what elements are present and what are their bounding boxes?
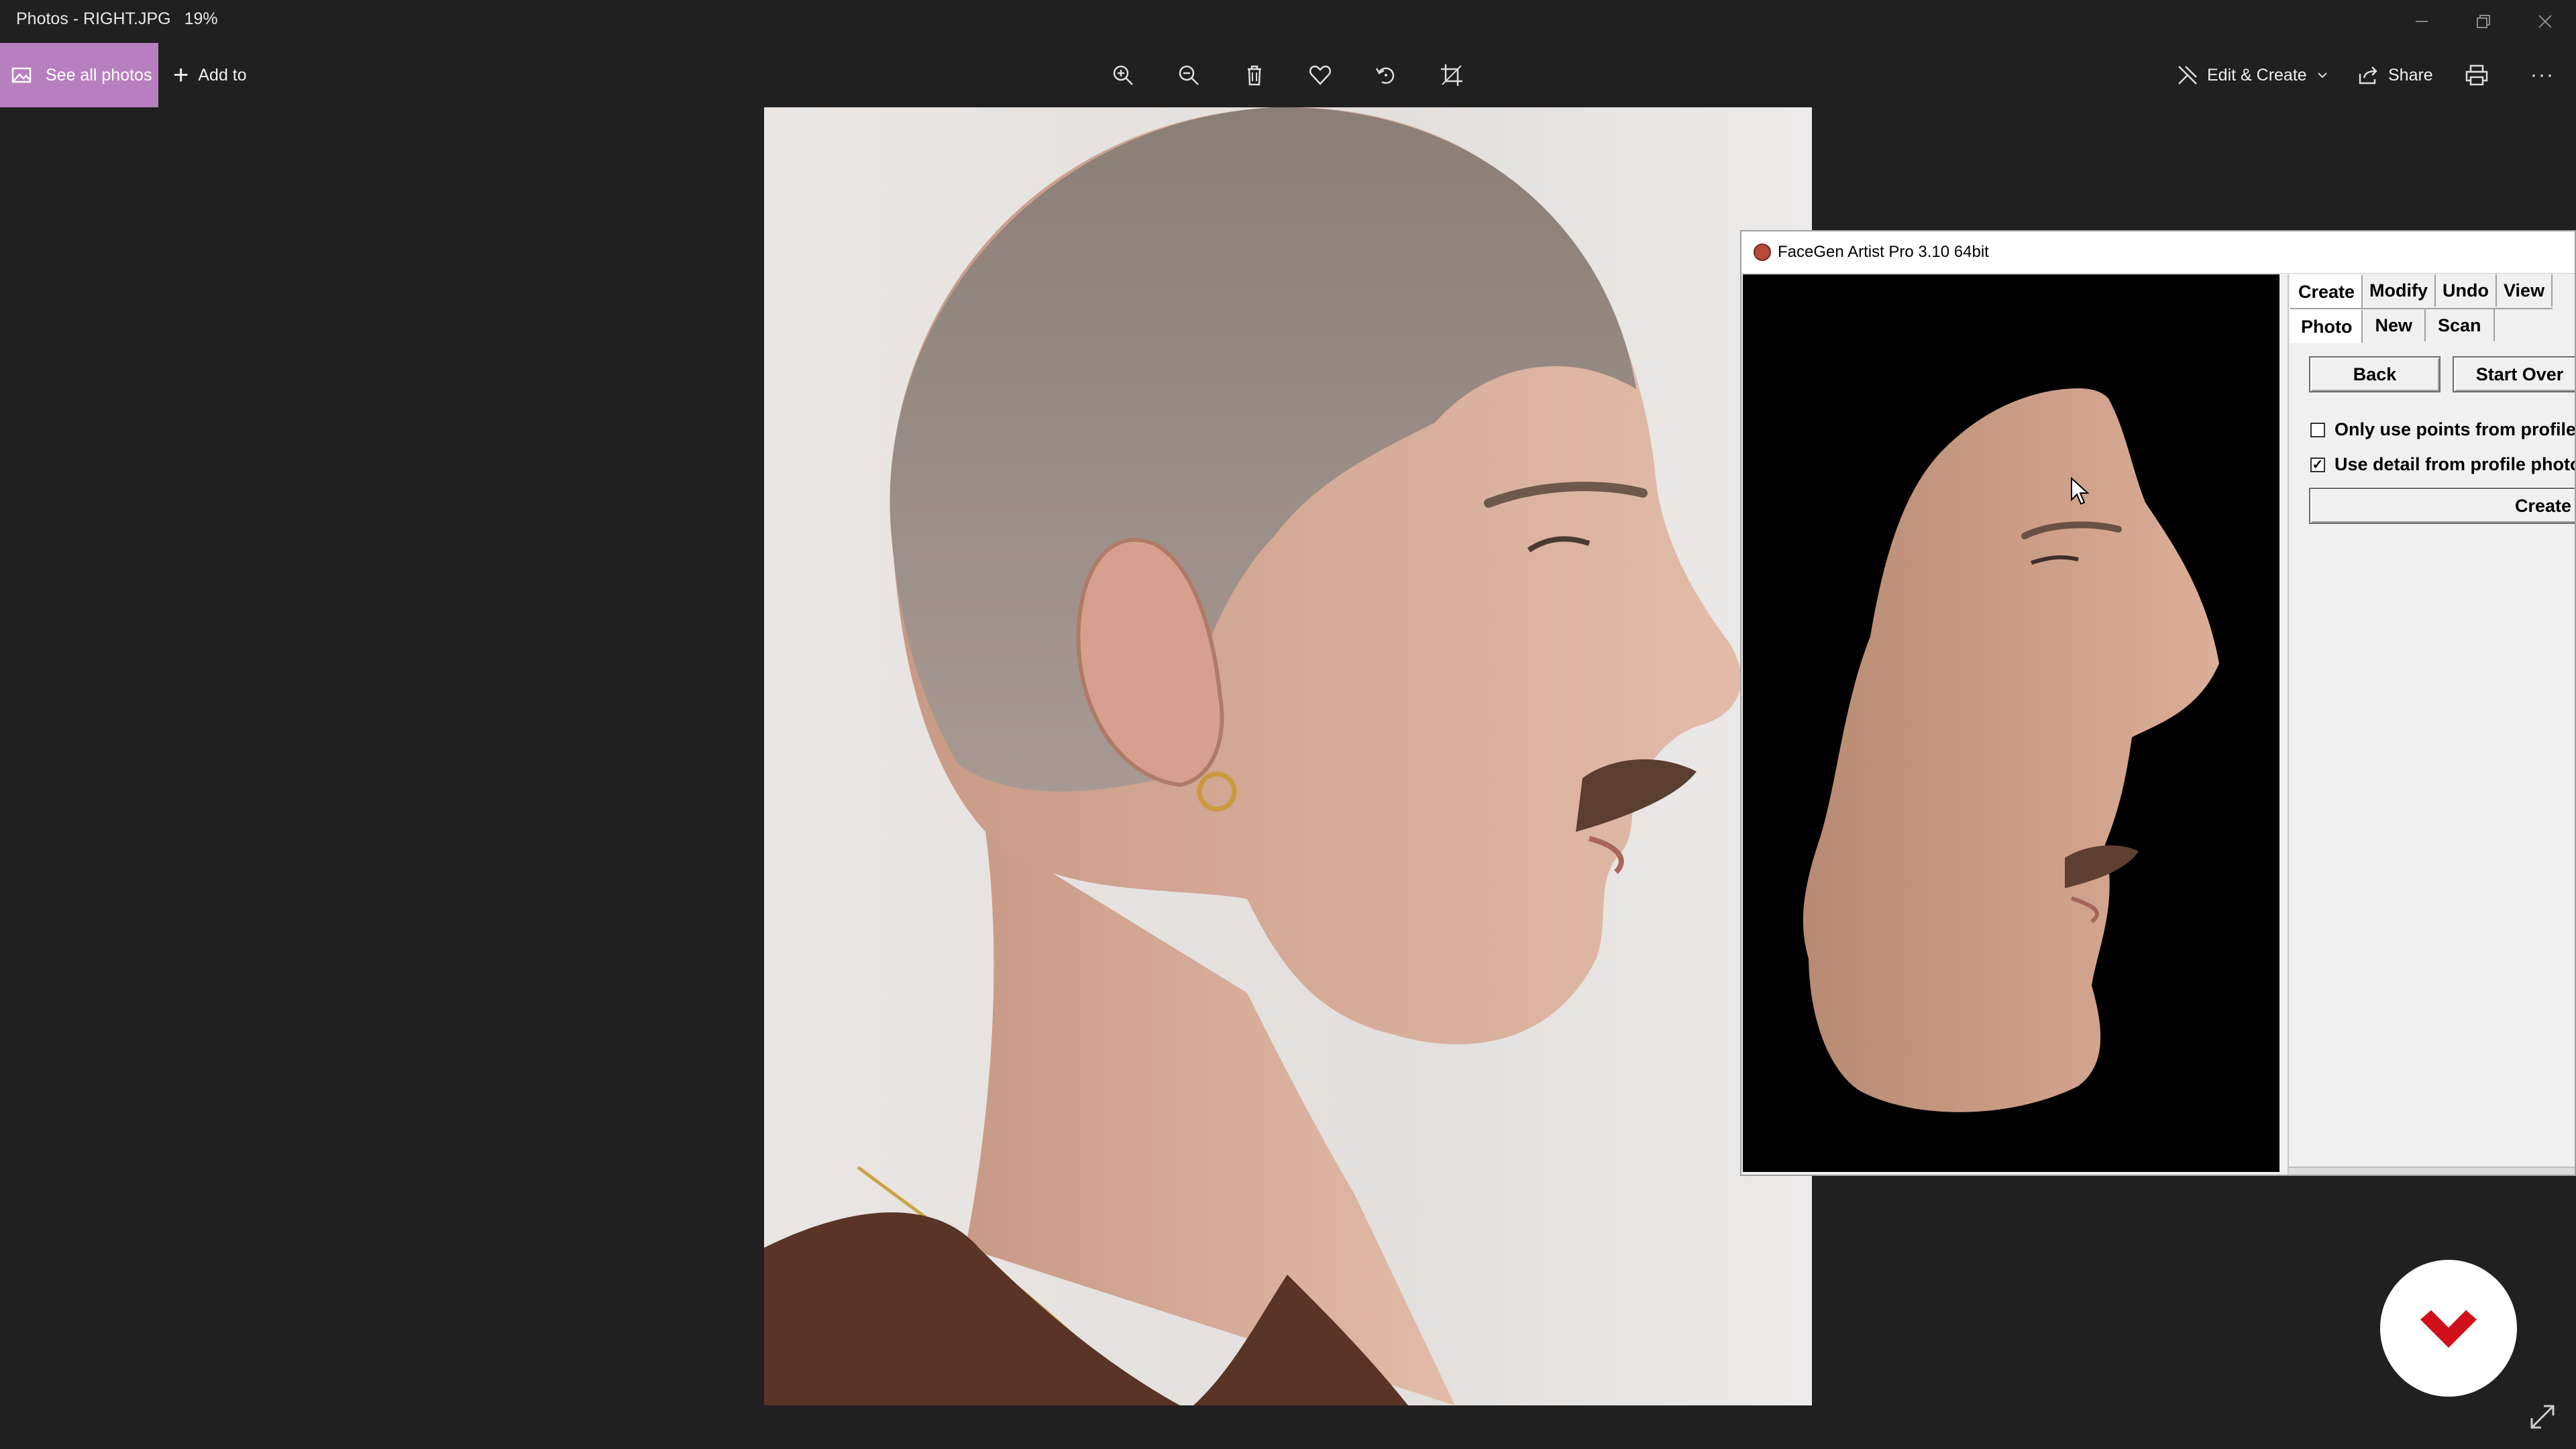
main-photo — [764, 107, 1812, 1405]
see-all-photos-button[interactable]: See all photos — [0, 43, 158, 107]
crop-icon — [1441, 64, 1462, 86]
edit-create-button[interactable]: Edit & Create — [2176, 43, 2328, 107]
share-button[interactable]: Share — [2357, 43, 2433, 107]
3d-viewport[interactable] — [1743, 274, 2279, 1172]
only-profile-points-label: Only use points from profile — [2334, 419, 2576, 439]
delete-icon — [1248, 65, 1261, 86]
plus-icon: + — [173, 60, 189, 90]
tab-view[interactable]: View — [2497, 274, 2553, 307]
expand-button[interactable] — [2528, 1402, 2557, 1432]
share-icon — [2359, 66, 2377, 85]
delete-button[interactable] — [1236, 56, 1273, 94]
more-icon: ··· — [2530, 64, 2555, 86]
tab-modify[interactable]: Modify — [2363, 274, 2436, 307]
close-icon — [2538, 15, 2552, 28]
window-title: Photos - RIGHT.JPG 19% — [16, 9, 218, 29]
mouse-cursor-icon — [2071, 477, 2090, 505]
facegen-window: FaceGen Artist Pro 3.10 64bit Create Mod… — [1740, 230, 2576, 1176]
use-profile-detail-checkbox[interactable]: ✓ — [2310, 457, 2325, 472]
subtab-new[interactable]: New — [2363, 309, 2426, 341]
face-model-render — [1803, 388, 2219, 1112]
minimize-button[interactable] — [2391, 0, 2453, 43]
sub-tabs: Photo New Scan — [2290, 309, 2495, 343]
favorite-button[interactable] — [1301, 56, 1339, 94]
restore-icon — [2477, 15, 2490, 28]
rotate-icon — [1375, 67, 1395, 84]
minimize-icon — [2416, 21, 2428, 22]
zoom-out-icon — [1179, 65, 1199, 85]
facegen-titlebar[interactable]: FaceGen Artist Pro 3.10 64bit — [1741, 231, 2575, 274]
heart-icon — [1309, 65, 1332, 85]
edit-create-label: Edit & Create — [2207, 65, 2307, 85]
title-zoom: 19% — [184, 9, 218, 28]
print-icon — [2465, 64, 2488, 86]
create-from-label: Create fr — [2514, 495, 2575, 516]
only-profile-points-row[interactable]: Only use points from profile — [2310, 419, 2576, 440]
create-from-button[interactable]: Create fr — [2309, 488, 2575, 524]
panel-horizontal-scrollbar[interactable] — [2289, 1167, 2575, 1175]
use-profile-detail-row[interactable]: ✓ Use detail from profile photo — [2310, 454, 2576, 475]
more-options-button[interactable]: ··· — [2530, 43, 2555, 107]
print-button[interactable] — [2465, 43, 2489, 107]
zoom-in-button[interactable] — [1104, 56, 1142, 94]
main-tabs: Create Modify Undo View — [2290, 274, 2553, 309]
add-to-button[interactable]: + Add to — [173, 43, 247, 107]
expand-icon — [2530, 1405, 2555, 1429]
facegen-title: FaceGen Artist Pro 3.10 64bit — [1778, 243, 1989, 261]
crop-button[interactable] — [1433, 56, 1470, 94]
close-button[interactable] — [2514, 0, 2576, 43]
use-profile-detail-label: Use detail from profile photo — [2334, 454, 2576, 474]
chevron-down-icon — [2317, 72, 2327, 78]
facegen-control-panel: Create Modify Undo View Photo New Scan B… — [2288, 274, 2576, 1175]
back-button[interactable]: Back — [2309, 356, 2440, 392]
subtab-scan[interactable]: Scan — [2426, 309, 2495, 341]
zoom-out-button[interactable] — [1170, 56, 1208, 94]
see-all-photos-label: See all photos — [46, 65, 152, 85]
red-chevron-logo-icon — [2420, 1310, 2477, 1348]
subtab-photo[interactable]: Photo — [2290, 309, 2363, 343]
floating-logo[interactable] — [2380, 1260, 2517, 1397]
share-label: Share — [2388, 65, 2433, 85]
edit-create-icon — [2178, 66, 2197, 85]
restore-button[interactable] — [2453, 0, 2514, 43]
profile-portrait — [764, 107, 1741, 1405]
tab-create[interactable]: Create — [2290, 274, 2363, 308]
tab-undo[interactable]: Undo — [2436, 274, 2498, 307]
start-over-button[interactable]: Start Over — [2453, 356, 2575, 392]
only-profile-points-checkbox[interactable] — [2310, 422, 2325, 437]
rotate-button[interactable] — [1367, 56, 1405, 94]
add-to-label: Add to — [198, 65, 247, 85]
title-filename: Photos - RIGHT.JPG — [16, 9, 171, 28]
zoom-in-icon — [1113, 65, 1133, 85]
facegen-app-icon — [1754, 244, 1771, 261]
photos-icon — [11, 67, 32, 83]
